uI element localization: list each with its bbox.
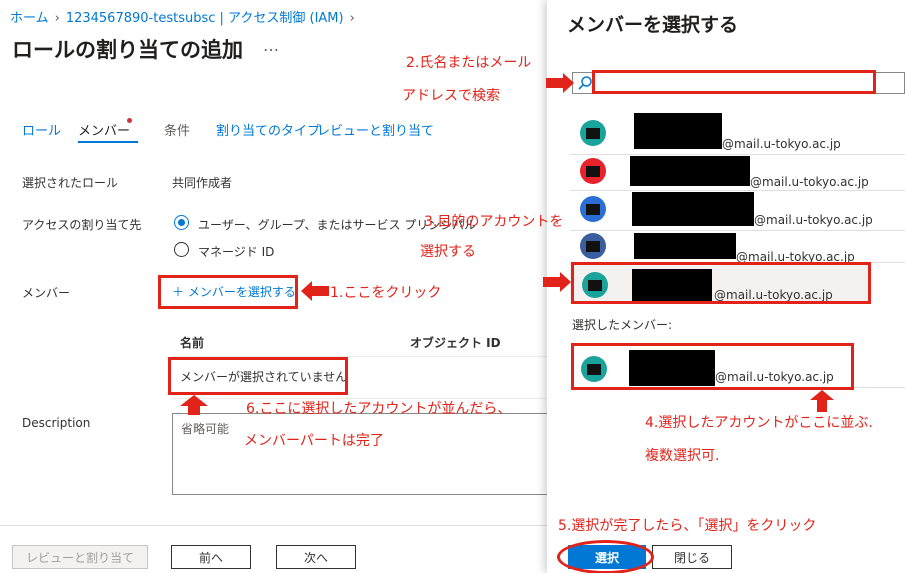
list-divider [570,154,905,155]
breadcrumb-subscription[interactable]: 1234567890-testsubsc | アクセス制御 (IAM) [66,11,344,26]
redacted-name [632,192,754,226]
search-icon [578,76,592,90]
member-avatar [580,196,606,222]
more-options-icon[interactable]: … [263,36,280,55]
tab-members[interactable]: メンバー [78,120,130,139]
annotation-step6-line2: メンバーパートは完了 [244,433,384,449]
tab-conditions[interactable]: 条件 [164,120,190,139]
page-title: ロールの割り当ての追加 [12,38,243,62]
annotation-step5: 5.選択が完了したら、「選択」をクリック [558,518,817,534]
member-avatar [580,120,606,146]
member-email: @mail.u-tokyo.ac.jp [750,175,869,189]
previous-button[interactable]: 前へ [171,545,251,569]
redacted-name [634,113,722,149]
avatar [580,120,606,146]
avatar [580,233,606,259]
arrow-up-icon [180,395,208,415]
tab-assignment-type[interactable]: 割り当てのタイプ [216,120,320,139]
active-tab-underline [78,141,138,143]
column-header-object-id: オブジェクト ID [410,336,501,350]
avatar-initials-redacted [586,241,600,252]
avatar-initials-redacted [586,204,600,215]
highlight-selected-member [571,343,854,390]
description-label: Description [22,416,91,430]
highlight-select-members [158,275,298,309]
required-dot-icon [127,118,132,123]
radio-user-group[interactable] [174,215,189,230]
member-email: @mail.u-tokyo.ac.jp [754,213,873,227]
arrow-right-icon [546,73,574,93]
breadcrumb-home[interactable]: ホーム [10,11,49,26]
highlight-target-account [571,262,871,304]
annotation-step1: 1.ここをクリック [330,285,442,301]
close-button[interactable]: 閉じる [652,545,732,569]
annotation-step6-line1: 6.ここに選択したアカウントが並んだら、 [246,401,512,417]
radio-managed-identity[interactable] [174,242,189,257]
list-divider [570,230,905,231]
annotation-step3-line1: 3.目的のアカウントを [424,214,564,230]
selected-role-value: 共同作成者 [172,176,233,190]
chevron-right-icon: › [54,11,60,26]
description-textarea[interactable]: 省略可能 [172,413,552,495]
redacted-name [634,233,736,259]
member-avatar [580,158,606,184]
option-managed-identity-label: マネージド ID [198,245,275,259]
avatar [580,158,606,184]
annotation-step4-line1: 4.選択したアカウントがここに並ぶ. [645,415,873,431]
description-placeholder: 省略可能 [181,422,230,436]
redacted-name [630,156,750,186]
annotation-step2-line1: 2.氏名またはメール [406,55,532,71]
avatar-initials-redacted [586,166,600,177]
annotation-step3-line2: 選択する [420,244,476,260]
annotation-step2-line2: アドレスで検索 [402,88,500,104]
selected-members-label: 選択したメンバー: [572,318,673,332]
member-avatar [580,233,606,259]
annotation-step4-line2: 複数選択可. [645,448,720,464]
tab-role[interactable]: ロール [22,120,61,139]
arrow-left-icon [301,281,329,301]
tab-review-assign[interactable]: レビューと割り当て [317,120,434,139]
chevron-right-icon: › [349,11,355,26]
arrow-right-icon [543,272,571,292]
panel-title: メンバーを選択する [567,14,739,36]
highlight-search [592,70,876,94]
footer-divider [0,525,550,526]
avatar-initials-redacted [586,128,600,139]
highlight-no-members [168,357,348,395]
review-assign-button[interactable]: レビューと割り当て [12,545,148,569]
column-header-name: 名前 [180,336,205,350]
members-label: メンバー [22,286,71,300]
arrow-up-icon [810,390,834,412]
avatar [580,196,606,222]
member-email: @mail.u-tokyo.ac.jp [722,137,841,151]
next-button[interactable]: 次へ [276,545,356,569]
highlight-select-button [557,540,654,573]
assign-access-label: アクセスの割り当て先 [22,218,142,232]
selected-role-label: 選択されたロール [22,176,119,190]
breadcrumb: ホーム › 1234567890-testsubsc | アクセス制御 (IAM) › [10,7,361,26]
list-divider [570,190,905,191]
